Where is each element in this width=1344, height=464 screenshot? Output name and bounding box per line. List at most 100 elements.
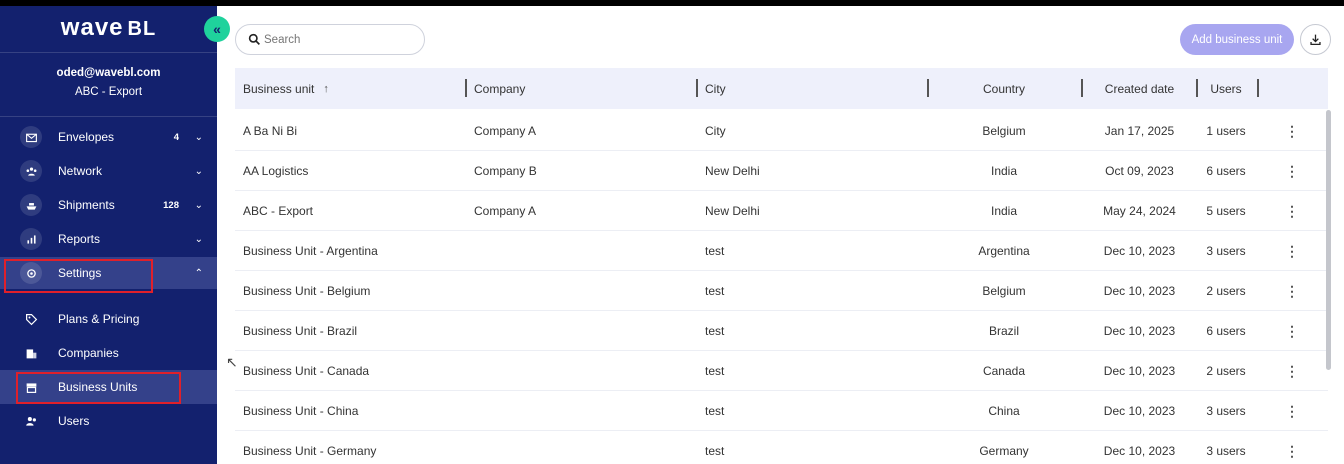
column-header-company[interactable]: Company <box>474 68 525 109</box>
add-business-unit-button[interactable]: Add business unit <box>1180 24 1294 55</box>
column-header-business-unit[interactable]: Business unit ↑ <box>243 68 329 109</box>
table-row[interactable]: Business Unit - China test China Dec 10, 20… <box>235 391 1328 431</box>
cell-business-unit: A Ba Ni Bi <box>243 124 298 138</box>
column-divider[interactable] <box>465 79 467 97</box>
cell-country: Belgium <box>982 124 1026 138</box>
table-row[interactable]: Business Unit - Belgium test Belgium Dec 10… <box>235 271 1328 311</box>
chart-icon <box>20 228 42 250</box>
more-options-icon[interactable]: ⋮ <box>1284 111 1300 151</box>
sub-label: Companies <box>58 346 119 360</box>
cell-users: 3 users <box>1206 444 1246 458</box>
chevron-down-icon: ⌄ <box>194 233 203 245</box>
cell-city: test <box>705 444 725 458</box>
cell-country: Germany <box>979 444 1029 458</box>
cell-created-date: Jan 17, 2025 <box>1104 124 1175 138</box>
cell-city: test <box>705 324 725 338</box>
user-org: ABC - Export <box>74 86 143 98</box>
cell-city: test <box>705 404 725 418</box>
search-icon <box>248 33 260 45</box>
table-row[interactable]: Business Unit - Argentina test Argentina De… <box>235 231 1328 271</box>
cell-company: Company B <box>474 164 537 178</box>
more-options-icon[interactable]: ⋮ <box>1284 191 1300 231</box>
sub-users[interactable]: Users <box>0 404 217 438</box>
cell-city: test <box>705 244 725 258</box>
nav-envelopes[interactable]: Envelopes 4 ⌄ <box>0 121 217 153</box>
nav-label: Reports <box>58 232 101 246</box>
cell-business-unit: Business Unit - Brazil <box>243 324 358 338</box>
cell-business-unit: Business Unit - Germany <box>243 444 377 458</box>
search-field[interactable] <box>235 24 425 55</box>
divider <box>0 52 217 53</box>
more-options-icon[interactable]: ⋮ <box>1284 431 1300 464</box>
network-icon <box>20 160 42 182</box>
cell-business-unit: AA Logistics <box>243 164 309 178</box>
highlight-business-units <box>16 372 181 404</box>
envelope-icon <box>20 126 42 148</box>
building-icon <box>23 345 39 361</box>
count-badge: 4 <box>173 131 179 143</box>
chevron-down-icon: ⌄ <box>194 131 203 143</box>
sub-plans-pricing[interactable]: Plans & Pricing <box>0 302 217 336</box>
more-options-icon[interactable]: ⋮ <box>1284 351 1300 391</box>
cell-users: 3 users <box>1206 244 1246 258</box>
search-input[interactable] <box>264 33 414 46</box>
nav-shipments[interactable]: Shipments 128 ⌄ <box>0 189 217 221</box>
nav-label: Envelopes <box>58 130 115 144</box>
chevron-down-icon: ⌄ <box>194 199 203 211</box>
ship-icon <box>20 194 42 216</box>
table-row[interactable]: ABC - Export Company A New Delhi India May 2… <box>235 191 1328 231</box>
cell-country: Canada <box>982 364 1026 378</box>
cell-company: Company A <box>474 124 537 138</box>
cell-created-date: May 24, 2024 <box>1103 204 1176 218</box>
column-header-created-date[interactable]: Created date <box>1083 68 1196 109</box>
sub-label: Users <box>58 414 90 428</box>
cell-business-unit: Business Unit - Canada <box>243 364 370 378</box>
more-options-icon[interactable]: ⋮ <box>1284 231 1300 271</box>
table-row[interactable]: Business Unit - Canada test Canada Dec 10, … <box>235 351 1328 391</box>
vertical-scrollbar[interactable] <box>1326 110 1331 370</box>
column-header-country[interactable]: Country <box>929 68 1079 109</box>
table-row[interactable]: A Ba Ni Bi Company A City Belgium Jan 17, 20… <box>235 111 1328 151</box>
cell-users: 2 users <box>1206 364 1246 378</box>
table-row[interactable]: Business Unit - Brazil test Brazil Dec 10, … <box>235 311 1328 351</box>
column-divider[interactable] <box>1257 79 1259 97</box>
cell-business-unit: Business Unit - China <box>243 404 359 418</box>
table-row[interactable]: Business Unit - Germany test Germany Dec 10… <box>235 431 1328 464</box>
cell-users: 6 users <box>1206 324 1246 338</box>
nav-network[interactable]: Network ⌄ <box>0 155 217 187</box>
cell-business-unit: ABC - Export <box>243 204 314 218</box>
nav-reports[interactable]: Reports ⌄ <box>0 223 217 255</box>
collapse-sidebar-button[interactable]: « <box>204 16 230 42</box>
cell-country: Belgium <box>982 284 1026 298</box>
cell-users: 1 users <box>1206 124 1246 138</box>
cell-created-date: Dec 10, 2023 <box>1103 364 1176 378</box>
users-icon <box>23 413 39 429</box>
nav-label: Shipments <box>58 198 115 212</box>
chevron-up-icon: ⌃ <box>194 267 203 279</box>
cell-country: India <box>990 204 1018 218</box>
cell-users: 6 users <box>1206 164 1246 178</box>
download-button[interactable] <box>1300 24 1331 55</box>
more-options-icon[interactable]: ⋮ <box>1284 271 1300 311</box>
cell-users: 5 users <box>1206 204 1246 218</box>
sidebar: wave BL oded@wavebl.com ABC - Export Enve… <box>0 6 217 464</box>
count-badge: 128 <box>163 199 179 211</box>
more-options-icon[interactable]: ⋮ <box>1284 311 1300 351</box>
cell-users: 3 users <box>1206 404 1246 418</box>
cell-created-date: Dec 10, 2023 <box>1103 324 1176 338</box>
cell-city: City <box>705 124 726 138</box>
column-divider[interactable] <box>696 79 698 97</box>
cell-created-date: Dec 10, 2023 <box>1103 404 1176 418</box>
tag-icon <box>23 311 39 327</box>
column-header-users[interactable]: Users <box>1198 68 1254 109</box>
more-options-icon[interactable]: ⋮ <box>1284 151 1300 191</box>
highlight-settings <box>4 259 153 293</box>
sub-companies[interactable]: Companies <box>0 336 217 370</box>
cell-city: test <box>705 284 725 298</box>
column-header-city[interactable]: City <box>705 68 726 109</box>
sub-label: Plans & Pricing <box>58 312 140 326</box>
table-row[interactable]: AA Logistics Company B New Delhi India Oct 0… <box>235 151 1328 191</box>
cell-country: India <box>990 164 1018 178</box>
more-options-icon[interactable]: ⋮ <box>1284 391 1300 431</box>
user-email: oded@wavebl.com <box>56 67 161 79</box>
